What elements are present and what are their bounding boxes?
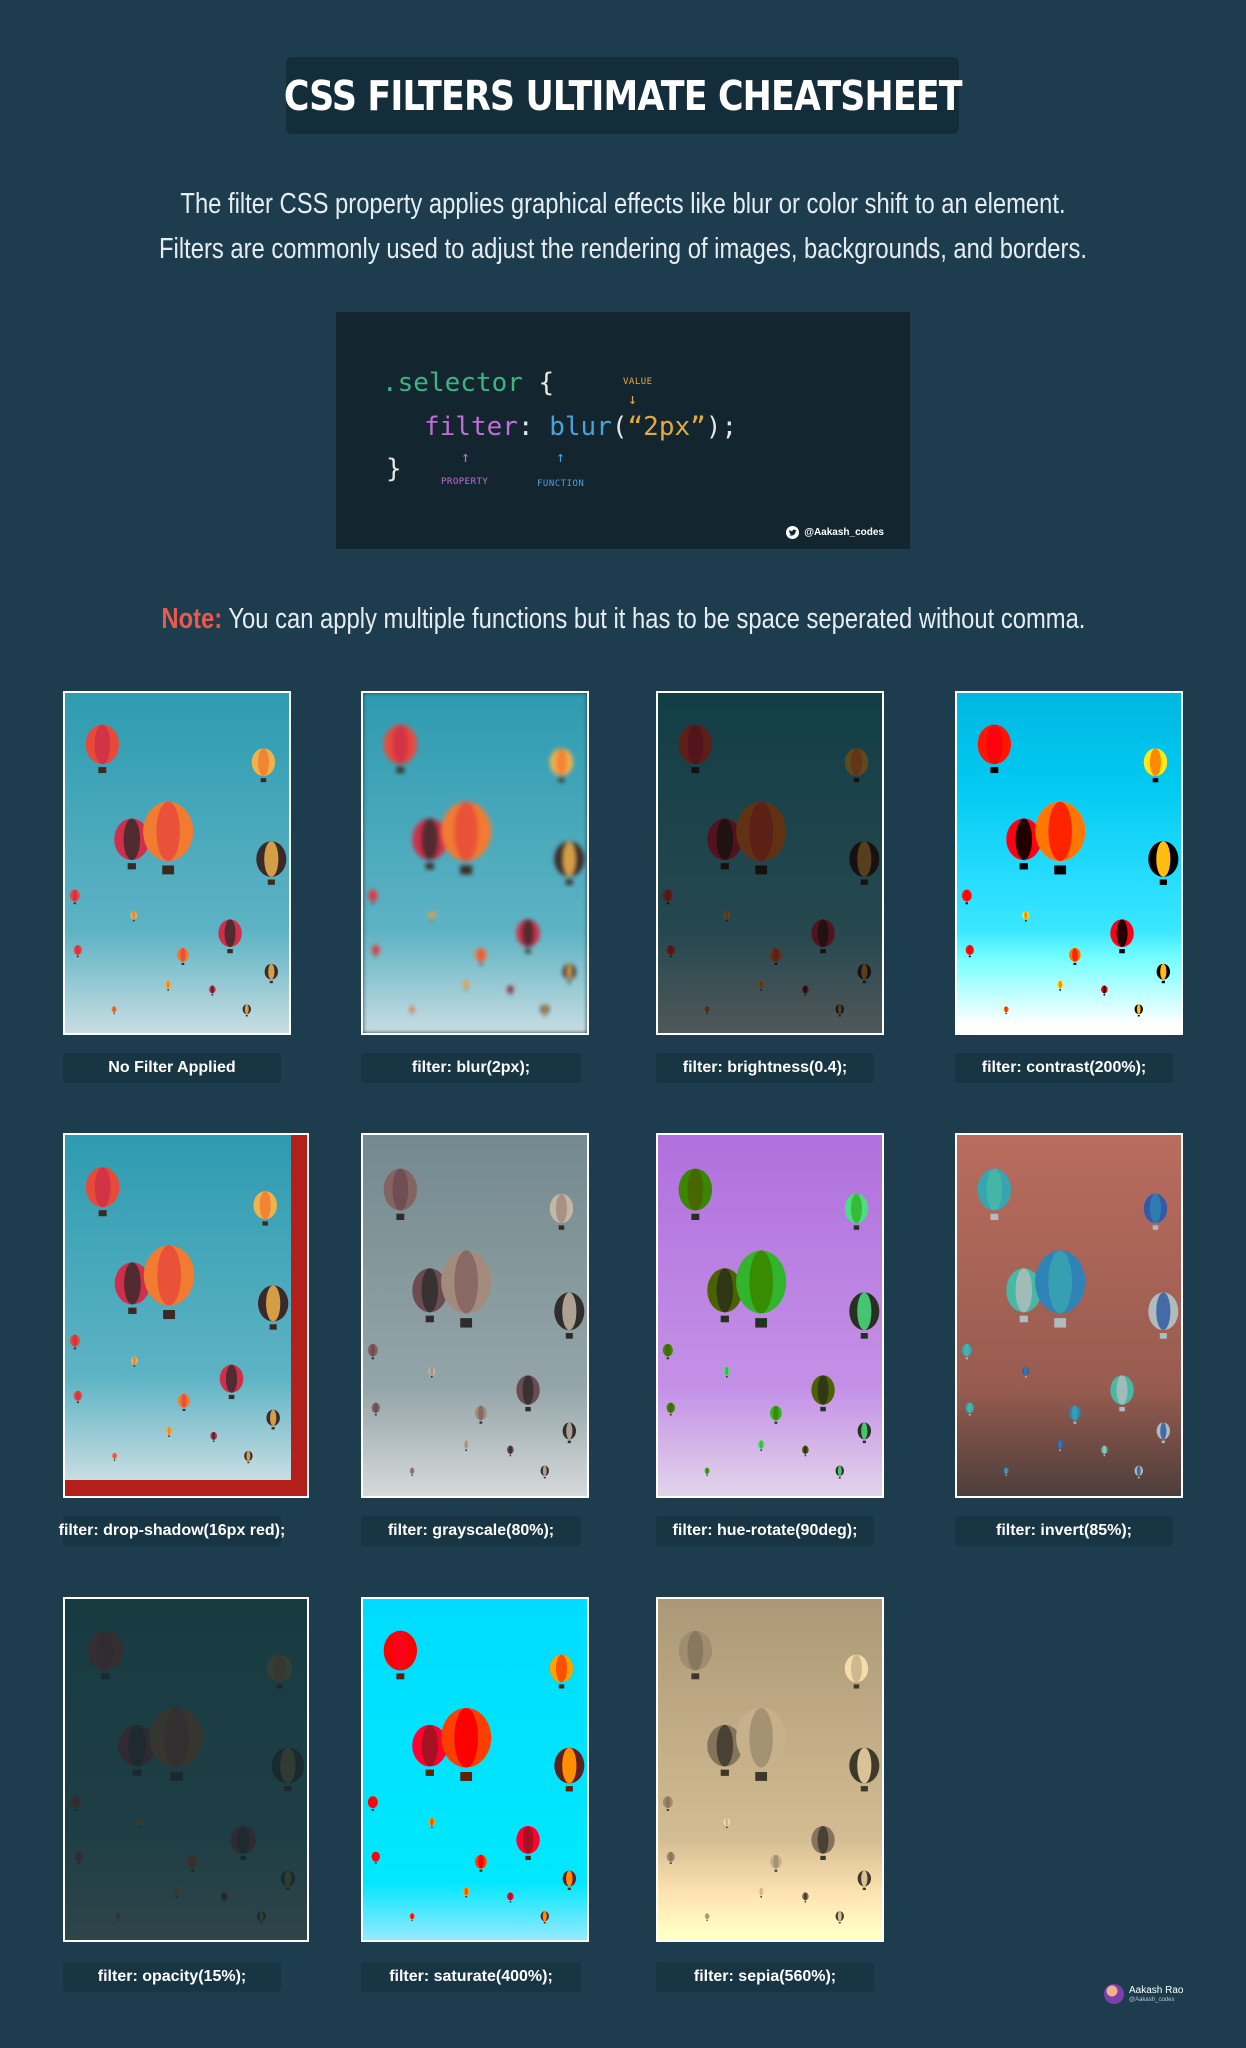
balloon-photo (658, 1599, 882, 1940)
code-snippet: .selector { filter: blur(“2px”); } VALUE… (336, 312, 910, 549)
code-line-3: } (386, 454, 402, 484)
code-close: ); (705, 412, 738, 442)
example-image (656, 691, 884, 1035)
example-caption: filter: contrast(200%); (955, 1053, 1173, 1083)
author-handle: @Aakash_codes (1129, 1996, 1175, 2003)
balloon-photo (957, 693, 1181, 1033)
example-image (361, 691, 589, 1035)
code-property: filter (424, 412, 518, 442)
note-label: Note: (160, 603, 222, 635)
code-function: blur (549, 412, 612, 442)
code-line-2: filter: blur(“2px”); (424, 412, 737, 442)
twitter-handle-text: @Aakash_codes (804, 527, 884, 538)
example-image (656, 1133, 884, 1498)
balloon-photo (65, 693, 289, 1033)
example-caption: filter: hue-rotate(90deg); (656, 1516, 874, 1546)
example-image (955, 691, 1183, 1035)
twitter-icon (786, 526, 800, 539)
title-banner: CSS FILTERS ULTIMATE CHEATSHEET (283, 57, 963, 134)
balloon-photo (363, 1135, 587, 1496)
annotation-value: VALUE (623, 377, 653, 387)
example-caption: filter: opacity(15%); (63, 1962, 281, 1992)
function-arrow-icon: ↑ (556, 448, 566, 466)
balloon-photo (363, 1599, 587, 1940)
intro-line-2: Filters are commonly used to adjust the … (159, 233, 1087, 265)
note: Note: You can apply multiple functions b… (0, 603, 1246, 636)
code-close-brace: } (386, 454, 402, 484)
example-image (63, 1133, 309, 1498)
code-selector: .selector (382, 368, 523, 398)
intro-line-1: The filter CSS property applies graphica… (180, 188, 1066, 220)
example-image (955, 1133, 1183, 1498)
code-value: “2px” (627, 412, 706, 442)
balloon-photo (658, 693, 882, 1033)
code-line-1: .selector { (382, 368, 554, 398)
example-image (361, 1133, 589, 1498)
author-signature: Aakash Rao @Aakash_codes (1104, 1984, 1183, 2004)
balloon-photo (658, 1135, 882, 1496)
balloon-photo (957, 1135, 1181, 1496)
example-caption: filter: saturate(400%); (361, 1962, 581, 1992)
author-name: Aakash Rao (1129, 1984, 1184, 1996)
value-arrow-icon: ↓ (628, 390, 638, 408)
example-image (656, 1597, 884, 1942)
property-arrow-icon: ↑ (461, 448, 471, 466)
example-caption: filter: sepia(560%); (656, 1962, 874, 1992)
example-image (63, 1597, 309, 1942)
example-caption: filter: blur(2px); (361, 1053, 581, 1083)
annotation-property: PROPERTY (441, 477, 489, 487)
example-caption: filter: grayscale(80%); (361, 1516, 581, 1546)
balloon-photo (363, 693, 587, 1033)
author-avatar (1104, 1984, 1124, 2004)
annotation-function: FUNCTION (537, 479, 585, 489)
page-title: CSS FILTERS ULTIMATE CHEATSHEET (283, 71, 963, 120)
twitter-handle: @Aakash_codes (786, 526, 884, 539)
example-image (361, 1597, 589, 1942)
code-colon: : (517, 412, 534, 442)
example-image (63, 691, 291, 1035)
example-caption: filter: brightness(0.4); (656, 1053, 874, 1083)
code-open-brace: { (538, 368, 555, 398)
note-text: You can apply multiple functions but it … (227, 603, 1085, 635)
example-caption: filter: drop-shadow(16px red); (59, 1516, 285, 1546)
code-open-paren: ( (611, 412, 628, 442)
example-caption: filter: invert(85%); (955, 1516, 1173, 1546)
intro-text: The filter CSS property applies graphica… (0, 182, 1246, 272)
example-caption: No Filter Applied (63, 1053, 281, 1083)
balloon-photo (65, 1599, 307, 1940)
balloon-photo (65, 1135, 291, 1480)
